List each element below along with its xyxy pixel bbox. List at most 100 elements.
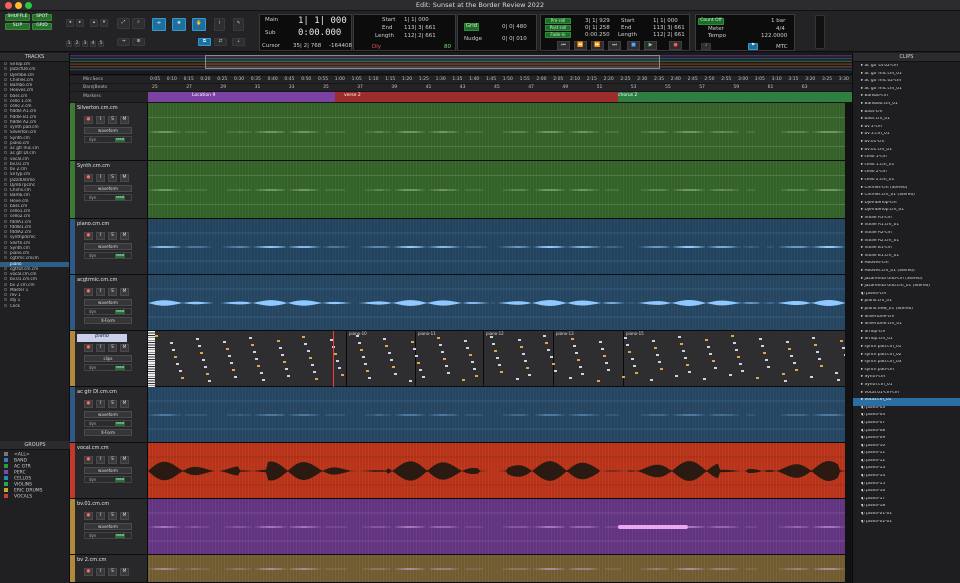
midi-note[interactable] (835, 372, 839, 374)
midi-note[interactable] (494, 350, 498, 352)
clip-list-item[interactable]: ▸ Chimes.cm_01 (Stereo) (853, 193, 960, 201)
zoom-preset-1[interactable]: 1 (66, 41, 72, 47)
clip-list-item[interactable]: ▸ fiddle B1.cm_01 (853, 254, 960, 262)
track-name[interactable]: Synth.cm.cm (77, 164, 127, 172)
track-name[interactable]: Silverton.cm.cm (77, 106, 127, 114)
midi-note[interactable] (688, 371, 691, 373)
clip-list-item[interactable]: ▸ synth pad-cm (853, 368, 960, 376)
track-header[interactable]: vocal.cm.cm ● I S Mwaveform dyn read (70, 443, 148, 499)
midi-note[interactable] (575, 352, 579, 354)
midi-note[interactable] (283, 361, 286, 363)
track-visibility-icon[interactable] (4, 125, 7, 128)
midi-note[interactable] (438, 344, 442, 346)
midi-note[interactable] (314, 378, 318, 380)
track-playlist-lane[interactable] (148, 219, 852, 275)
clip-list-item[interactable]: ▸ fiddle B1-cm (853, 246, 960, 254)
metronome-icon[interactable]: ♩ (701, 43, 711, 50)
input-monitor-button[interactable]: I (96, 288, 105, 296)
midi-note[interactable] (383, 338, 387, 340)
zoom-in-icon[interactable]: ▸ (76, 19, 84, 27)
midi-note[interactable] (703, 378, 707, 380)
track-visibility-icon[interactable] (4, 130, 7, 134)
track-playlist-lane[interactable] (148, 443, 852, 499)
track-visibility-icon[interactable] (4, 272, 7, 275)
clip-list-item[interactable]: ▸ Hooves-cm (853, 261, 960, 269)
midi-note[interactable] (415, 355, 419, 357)
clip-list-item[interactable]: ▸ bv.01.cm_01 (853, 148, 960, 156)
record-icon[interactable]: ● (669, 41, 682, 50)
clip-list-item[interactable]: ▸ Hooves.cm_01 (Stereo) (853, 269, 960, 277)
midi-note[interactable] (813, 344, 817, 346)
automation-mode-selector[interactable]: dyn read (84, 420, 132, 427)
midi-note[interactable] (308, 357, 312, 359)
midi-note[interactable] (170, 342, 174, 344)
go-to-end-icon[interactable]: ⏭ (608, 41, 621, 50)
record-enable-button[interactable]: ● (84, 400, 93, 408)
track-header[interactable]: piano.cm.cm ● I S Mwaveform dyn read (70, 219, 148, 275)
midi-note[interactable] (732, 342, 736, 344)
grid-nudge-counter[interactable]: Grid 0| 0| 480 Nudge 0| 0| 010 (457, 14, 537, 51)
midi-note[interactable] (573, 345, 576, 347)
midi-note[interactable] (784, 380, 788, 382)
midi-note[interactable] (421, 376, 425, 378)
midi-note[interactable] (628, 351, 632, 353)
fast-forward-icon[interactable]: ⏩ (591, 41, 604, 50)
solo-button[interactable]: S (108, 232, 117, 240)
midi-note[interactable] (470, 361, 474, 363)
midi-note[interactable] (632, 365, 636, 367)
midi-note[interactable] (417, 362, 421, 364)
track-visibility-icon[interactable] (4, 277, 7, 281)
clip-list-item[interactable]: ▸ synth pad.cm_02 (853, 353, 960, 361)
clip-list-item[interactable]: ▸ ac gtr mic.cm_01 (853, 87, 960, 95)
mute-button[interactable]: M (120, 288, 129, 296)
midi-note[interactable] (579, 366, 583, 368)
rewind-icon[interactable]: ⏪ (574, 41, 587, 50)
track-visibility-icon[interactable] (4, 266, 7, 270)
midi-note[interactable] (285, 368, 289, 370)
track-name[interactable]: piano.cm.cm (77, 222, 127, 230)
midi-keyboard[interactable] (148, 331, 155, 387)
selector-tool-icon[interactable]: ✥ (172, 18, 186, 31)
midi-note[interactable] (713, 367, 717, 369)
midi-note[interactable] (445, 365, 448, 367)
midi-note[interactable] (195, 338, 199, 340)
midi-note[interactable] (782, 373, 785, 375)
dly-label[interactable]: Dly (372, 44, 381, 51)
clip-list-item[interactable]: ▸ Bambo-cm (853, 94, 960, 102)
track-visibility-icon[interactable] (4, 261, 7, 265)
clip-list-item[interactable]: ▸ bv 2-cm (853, 125, 960, 133)
universe-overview[interactable] (70, 53, 852, 75)
track-visibility-icon[interactable] (4, 151, 7, 155)
midi-note[interactable] (336, 360, 340, 362)
midi-note[interactable] (174, 356, 178, 358)
input-monitor-button[interactable]: I (96, 456, 105, 464)
track-view-selector[interactable]: waveform (84, 411, 132, 418)
midi-note[interactable] (306, 350, 310, 352)
midi-note[interactable] (197, 345, 201, 347)
track-header[interactable]: Synth.cm.cm ● I S Mwaveform dyn read (70, 161, 148, 219)
track-visibility-icon[interactable] (4, 135, 7, 139)
midi-note[interactable] (464, 340, 468, 342)
clip-list-item[interactable]: ▸ Silvertone-cm (853, 315, 960, 323)
timeline-ruler[interactable]: Min:Secs Bars|Beats Markers 0:05 0:10 0:15… (70, 76, 852, 103)
clip-list-item[interactable]: ◐ piano-04 (853, 413, 960, 421)
mute-button[interactable]: M (120, 456, 129, 464)
track-visibility-icon[interactable] (4, 193, 7, 197)
midi-note[interactable] (794, 369, 798, 371)
midi-note[interactable] (649, 379, 653, 381)
track-visibility-icon[interactable] (4, 219, 7, 223)
midi-note[interactable] (630, 358, 634, 360)
mute-button[interactable]: M (120, 512, 129, 520)
track-visibility-icon[interactable] (4, 83, 7, 86)
clip-list-item[interactable]: ◐ piano-17 (853, 497, 960, 505)
clip-list-item[interactable]: ◐ piano-10 (853, 444, 960, 452)
play-icon[interactable]: ▶ (644, 41, 657, 50)
track-name[interactable]: bv 2.cm.cm (77, 558, 127, 566)
track-visibility-icon[interactable] (4, 251, 7, 254)
midi-note[interactable] (249, 337, 252, 339)
clip-list-item[interactable]: ▸ fiddle A1-cm (853, 216, 960, 224)
midi-note[interactable] (705, 339, 709, 341)
midi-note[interactable] (739, 363, 743, 365)
midi-note[interactable] (553, 370, 557, 372)
clip-list-item[interactable]: ◐ piano-18 (853, 504, 960, 512)
